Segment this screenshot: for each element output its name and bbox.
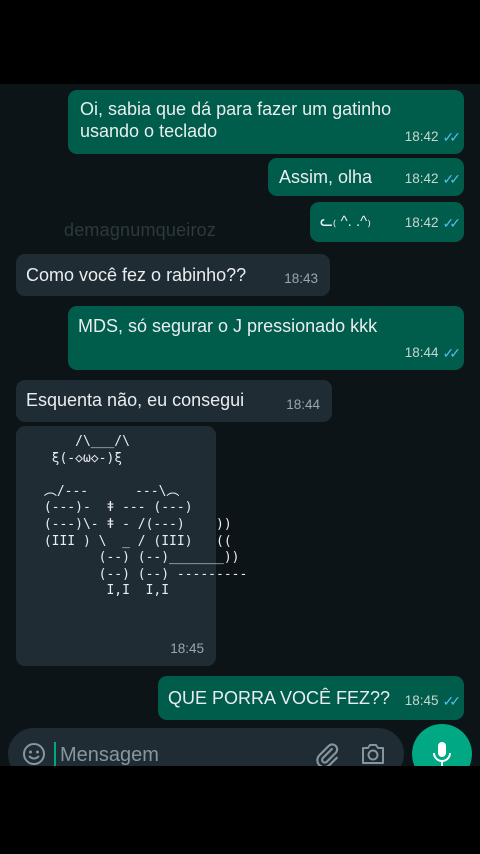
- message-text: MDS, só segurar o J pressionado kkk: [78, 316, 378, 336]
- message-meta: 18:44 ✓✓: [404, 342, 462, 364]
- message-time: 18:42: [404, 171, 439, 186]
- message-time: 18:45: [404, 693, 439, 708]
- message-bubble-outgoing[interactable]: MDS, só segurar o J pressionado kkk 18:4…: [68, 306, 464, 370]
- message-text: ᓚ₍ ^. .^₎: [320, 213, 371, 230]
- message-text: Assim, olha: [279, 167, 373, 187]
- chat-area: demagnumqueiroz Oi, sabia que dá para fa…: [0, 84, 480, 768]
- read-ticks-icon: ✓✓: [442, 215, 462, 231]
- message-meta: 18:45: [170, 638, 204, 660]
- message-bubble-incoming[interactable]: Como você fez o rabinho?? 18:43: [16, 254, 330, 296]
- message-text: Como você fez o rabinho??: [26, 265, 247, 285]
- paperclip-icon[interactable]: [314, 742, 340, 768]
- message-time: 18:44: [286, 397, 320, 412]
- message-meta: 18:45 ✓✓: [404, 690, 462, 712]
- read-ticks-icon: ✓✓: [442, 693, 462, 709]
- message-bubble-incoming[interactable]: /\___/\ ξ(-◇ω◇-)ξ ︵/--- ---\︵ (---)- ǂ -…: [16, 426, 247, 666]
- camera-icon[interactable]: [360, 742, 386, 766]
- message-time: 18:42: [404, 129, 439, 144]
- message-text: QUE PORRA VOCÊ FEZ??: [168, 688, 391, 708]
- message-meta: 18:44: [286, 394, 320, 416]
- message-bubble-outgoing[interactable]: Oi, sabia que dá para fazer um gatinho u…: [68, 90, 464, 154]
- message-bubble-outgoing[interactable]: QUE PORRA VOCÊ FEZ?? 18:45 ✓✓: [158, 676, 464, 720]
- emoji-icon[interactable]: [22, 742, 46, 766]
- message-time: 18:42: [404, 215, 439, 230]
- message-text: Esquenta não, eu consegui: [26, 390, 245, 410]
- read-ticks-icon: ✓✓: [442, 345, 462, 361]
- read-ticks-icon: ✓✓: [442, 171, 462, 187]
- text-caret: [54, 742, 56, 766]
- message-meta: 18:42 ✓✓: [404, 212, 462, 234]
- message-bubble-incoming[interactable]: Esquenta não, eu consegui 18:44: [16, 380, 332, 422]
- message-time: 18:44: [404, 345, 439, 360]
- message-text-line: usando o teclado: [80, 121, 218, 141]
- watermark: demagnumqueiroz: [64, 220, 217, 240]
- message-meta: 18:42 ✓✓: [404, 126, 462, 148]
- message-bubble-outgoing[interactable]: Assim, olha 18:42 ✓✓: [268, 158, 464, 196]
- message-text-line: Oi, sabia que dá para fazer um gatinho: [80, 99, 392, 119]
- message-bubble-outgoing[interactable]: ᓚ₍ ^. .^₎ 18:42 ✓✓: [310, 202, 464, 242]
- bottom-black-bar: [0, 766, 480, 854]
- message-time: 18:45: [170, 641, 204, 656]
- read-ticks-icon: ✓✓: [442, 129, 462, 145]
- microphone-icon: [433, 742, 451, 766]
- ascii-art-text: /\___/\ ξ(-◇ω◇-)ξ ︵/--- ---\︵ (---)- ǂ -…: [43, 434, 248, 599]
- message-meta: 18:42 ✓✓: [404, 168, 462, 190]
- message-meta: 18:43: [284, 268, 318, 290]
- message-time: 18:43: [284, 271, 318, 286]
